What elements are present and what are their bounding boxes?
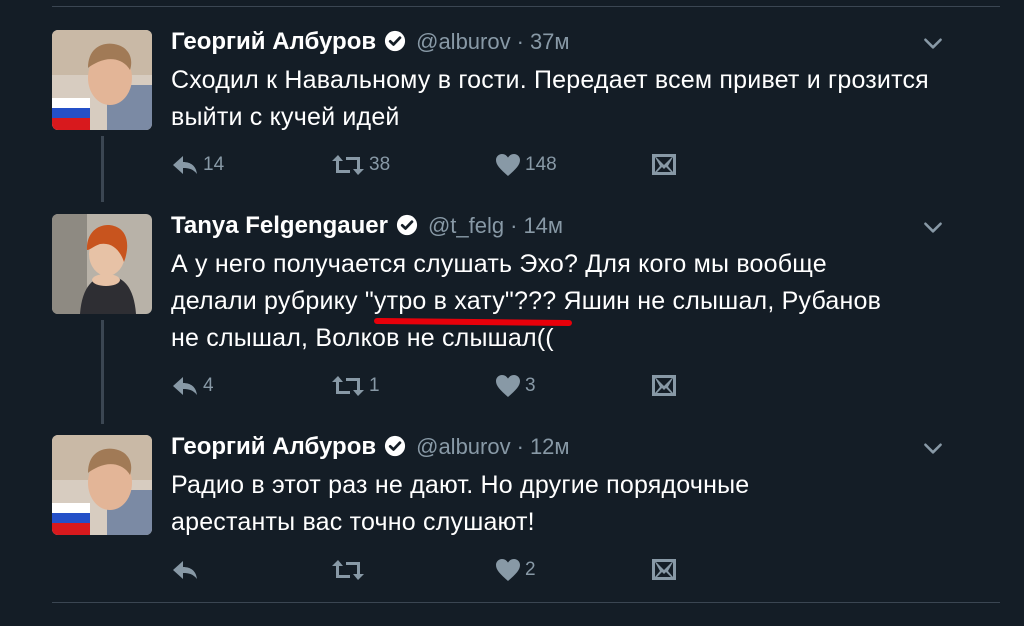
- verified-icon: [384, 435, 406, 457]
- reply-button[interactable]: 14: [171, 153, 224, 177]
- tweet[interactable]: Георгий Албуров @alburov · 37м Сходил к …: [52, 27, 1000, 190]
- verified-icon: [396, 214, 418, 236]
- tweet-text: А у него получается слушать Эхо? Для ког…: [171, 250, 882, 352]
- message-icon: [651, 153, 677, 177]
- avatar[interactable]: [52, 435, 152, 535]
- tweet-text: Сходил к Навальному в гости. Передает вс…: [171, 66, 929, 131]
- like-count: 2: [525, 559, 536, 580]
- retweet-button[interactable]: 38: [331, 153, 390, 177]
- retweet-count: 1: [369, 375, 380, 396]
- avatar[interactable]: [52, 30, 152, 130]
- author-name[interactable]: Георгий Албуров: [171, 28, 376, 56]
- reply-count: 4: [203, 375, 214, 396]
- like-count: 148: [525, 154, 557, 175]
- timestamp[interactable]: 12м: [530, 434, 570, 460]
- reply-icon: [171, 153, 199, 177]
- timestamp[interactable]: 37м: [530, 29, 570, 55]
- chevron-down-icon[interactable]: [920, 214, 946, 240]
- top-divider: [52, 6, 1000, 7]
- author-handle[interactable]: @alburov: [416, 434, 511, 460]
- bottom-divider: [52, 602, 1000, 603]
- separator: ·: [516, 434, 524, 459]
- tweet-header: Tanya Felgengauer @t_felg · 14м: [171, 211, 563, 247]
- retweet-icon: [331, 374, 365, 398]
- avatar[interactable]: [52, 214, 152, 314]
- like-icon: [495, 374, 521, 398]
- tweet[interactable]: Георгий Албуров @alburov · 12м Радио в э…: [52, 432, 1000, 595]
- tweet-header: Георгий Албуров @alburov · 12м: [171, 432, 570, 468]
- separator: ·: [510, 213, 518, 238]
- timestamp[interactable]: 14м: [523, 213, 563, 239]
- tweet[interactable]: Tanya Felgengauer @t_felg · 14м А у него…: [52, 211, 1000, 414]
- retweet-button[interactable]: [331, 558, 369, 582]
- retweet-icon: [331, 153, 365, 177]
- direct-message-button[interactable]: [651, 558, 677, 582]
- like-button[interactable]: 148: [495, 153, 557, 177]
- tweet-text: Радио в этот раз не дают. Но другие поря…: [171, 471, 750, 536]
- chevron-down-icon[interactable]: [920, 30, 946, 56]
- direct-message-button[interactable]: [651, 374, 677, 398]
- like-button[interactable]: 3: [495, 374, 536, 398]
- message-icon: [651, 374, 677, 398]
- reply-count: 14: [203, 154, 225, 175]
- reply-icon: [171, 374, 199, 398]
- author-name[interactable]: Георгий Албуров: [171, 433, 376, 461]
- retweet-button[interactable]: 1: [331, 374, 380, 398]
- chevron-down-icon[interactable]: [920, 435, 946, 461]
- author-handle[interactable]: @t_felg: [428, 213, 504, 239]
- reply-icon: [171, 558, 199, 582]
- like-icon: [495, 153, 521, 177]
- author-handle[interactable]: @alburov: [416, 29, 511, 55]
- tweet-header: Георгий Албуров @alburov · 37м: [171, 27, 570, 63]
- direct-message-button[interactable]: [651, 153, 677, 177]
- reply-button[interactable]: 4: [171, 374, 214, 398]
- retweet-icon: [331, 558, 365, 582]
- like-icon: [495, 558, 521, 582]
- reply-button[interactable]: [171, 558, 203, 582]
- like-count: 3: [525, 375, 536, 396]
- message-icon: [651, 558, 677, 582]
- separator: ·: [516, 29, 524, 54]
- like-button[interactable]: 2: [495, 558, 536, 582]
- retweet-count: 38: [369, 154, 391, 175]
- verified-icon: [384, 30, 406, 52]
- author-name[interactable]: Tanya Felgengauer: [171, 212, 388, 240]
